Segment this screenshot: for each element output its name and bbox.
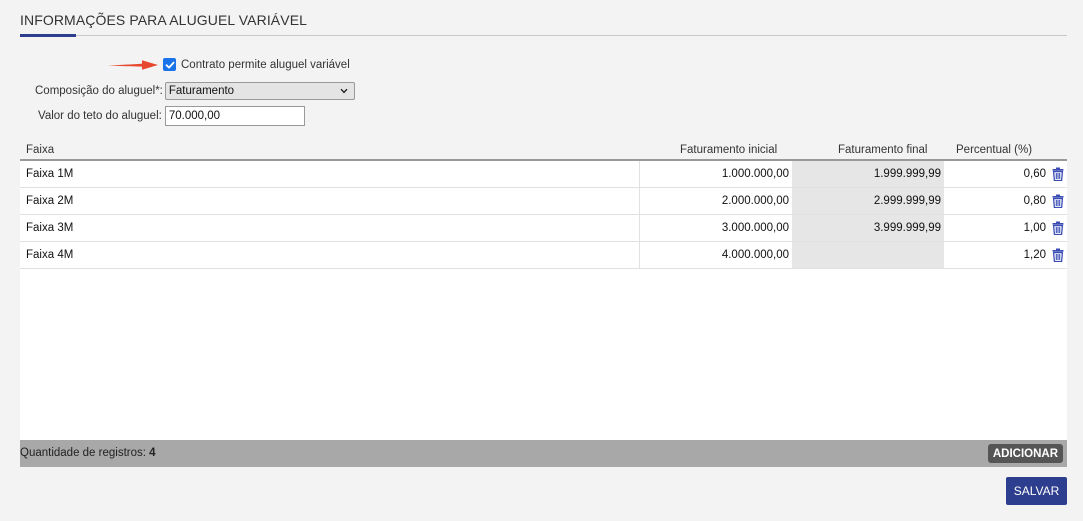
cell-faixa[interactable]: Faixa 2M: [20, 188, 640, 214]
cell-percentual[interactable]: 1,00: [944, 215, 1048, 241]
cell-faturamento-inicial[interactable]: 3.000.000,00: [640, 215, 792, 241]
cell-faixa[interactable]: Faixa 1M: [20, 161, 640, 187]
chevron-down-icon: [340, 88, 348, 94]
ceiling-row: Valor do teto do aluguel: 70.000,00: [38, 106, 305, 126]
composition-select-value: Faturamento: [168, 85, 235, 97]
trash-icon: [1052, 248, 1063, 262]
arrow-icon: [108, 60, 158, 70]
table-row[interactable]: Faixa 3M 3.000.000,00 3.999.999,99 1,00: [20, 215, 1067, 242]
add-button[interactable]: ADICIONAR: [987, 444, 1063, 463]
column-header-faturamento-inicial[interactable]: Faturamento inicial: [680, 144, 777, 156]
cell-percentual[interactable]: 0,80: [944, 188, 1048, 214]
cell-faturamento-final: 3.999.999,99: [792, 215, 944, 241]
cell-faixa[interactable]: Faixa 3M: [20, 215, 640, 241]
trash-icon: [1052, 167, 1063, 181]
delete-row-button[interactable]: [1048, 188, 1067, 214]
variable-rent-checkbox[interactable]: [163, 58, 176, 71]
grid-header: Faixa Faturamento inicial Faturamento fi…: [20, 140, 1067, 161]
column-header-faixa[interactable]: Faixa: [26, 144, 54, 156]
ceiling-input[interactable]: 70.000,00: [164, 106, 305, 126]
composition-row: Composição do aluguel*: Faturamento: [35, 82, 355, 100]
record-count: Quantidade de registros: 4: [20, 447, 156, 459]
cell-faturamento-final: [792, 242, 944, 268]
composition-label: Composição do aluguel*:: [35, 85, 163, 97]
table-row[interactable]: Faixa 2M 2.000.000,00 2.999.999,99 0,80: [20, 188, 1067, 215]
column-header-faturamento-final[interactable]: Faturamento final: [838, 144, 928, 156]
record-count-label: Quantidade de registros:: [20, 447, 146, 459]
trash-icon: [1052, 221, 1063, 235]
table-row[interactable]: Faixa 4M 4.000.000,00 1,20: [20, 242, 1067, 269]
save-button[interactable]: SALVAR: [1006, 477, 1067, 505]
variable-rent-checkbox-row[interactable]: Contrato permite aluguel variável: [163, 58, 350, 71]
table-row[interactable]: Faixa 1M 1.000.000,00 1.999.999,99 0,60: [20, 161, 1067, 188]
check-icon: [165, 61, 174, 68]
title-accent-bar: [20, 34, 76, 37]
ceiling-label: Valor do teto do aluguel:: [38, 110, 162, 122]
delete-row-button[interactable]: [1048, 161, 1067, 187]
rent-tiers-grid: Faixa Faturamento inicial Faturamento fi…: [20, 140, 1067, 468]
title-divider: [20, 35, 1067, 36]
cell-faturamento-final: 1.999.999,99: [792, 161, 944, 187]
cell-faturamento-inicial[interactable]: 4.000.000,00: [640, 242, 792, 268]
trash-icon: [1052, 194, 1063, 208]
grid-footer: Quantidade de registros: 4 ADICIONAR: [20, 440, 1067, 467]
delete-row-button[interactable]: [1048, 242, 1067, 268]
grid-body: Faixa 1M 1.000.000,00 1.999.999,99 0,60 …: [20, 161, 1067, 440]
column-header-percentual[interactable]: Percentual (%): [956, 144, 1032, 156]
composition-select[interactable]: Faturamento: [164, 82, 355, 100]
variable-rent-checkbox-label[interactable]: Contrato permite aluguel variável: [181, 59, 350, 71]
cell-faturamento-inicial[interactable]: 2.000.000,00: [640, 188, 792, 214]
cell-faixa[interactable]: Faixa 4M: [20, 242, 640, 268]
cell-faturamento-final: 2.999.999,99: [792, 188, 944, 214]
cell-faturamento-inicial[interactable]: 1.000.000,00: [640, 161, 792, 187]
cell-percentual[interactable]: 1,20: [944, 242, 1048, 268]
record-count-value: 4: [149, 447, 156, 459]
cell-percentual[interactable]: 0,60: [944, 161, 1048, 187]
section-title: INFORMAÇÕES PARA ALUGUEL VARIÁVEL: [20, 12, 308, 28]
delete-row-button[interactable]: [1048, 215, 1067, 241]
